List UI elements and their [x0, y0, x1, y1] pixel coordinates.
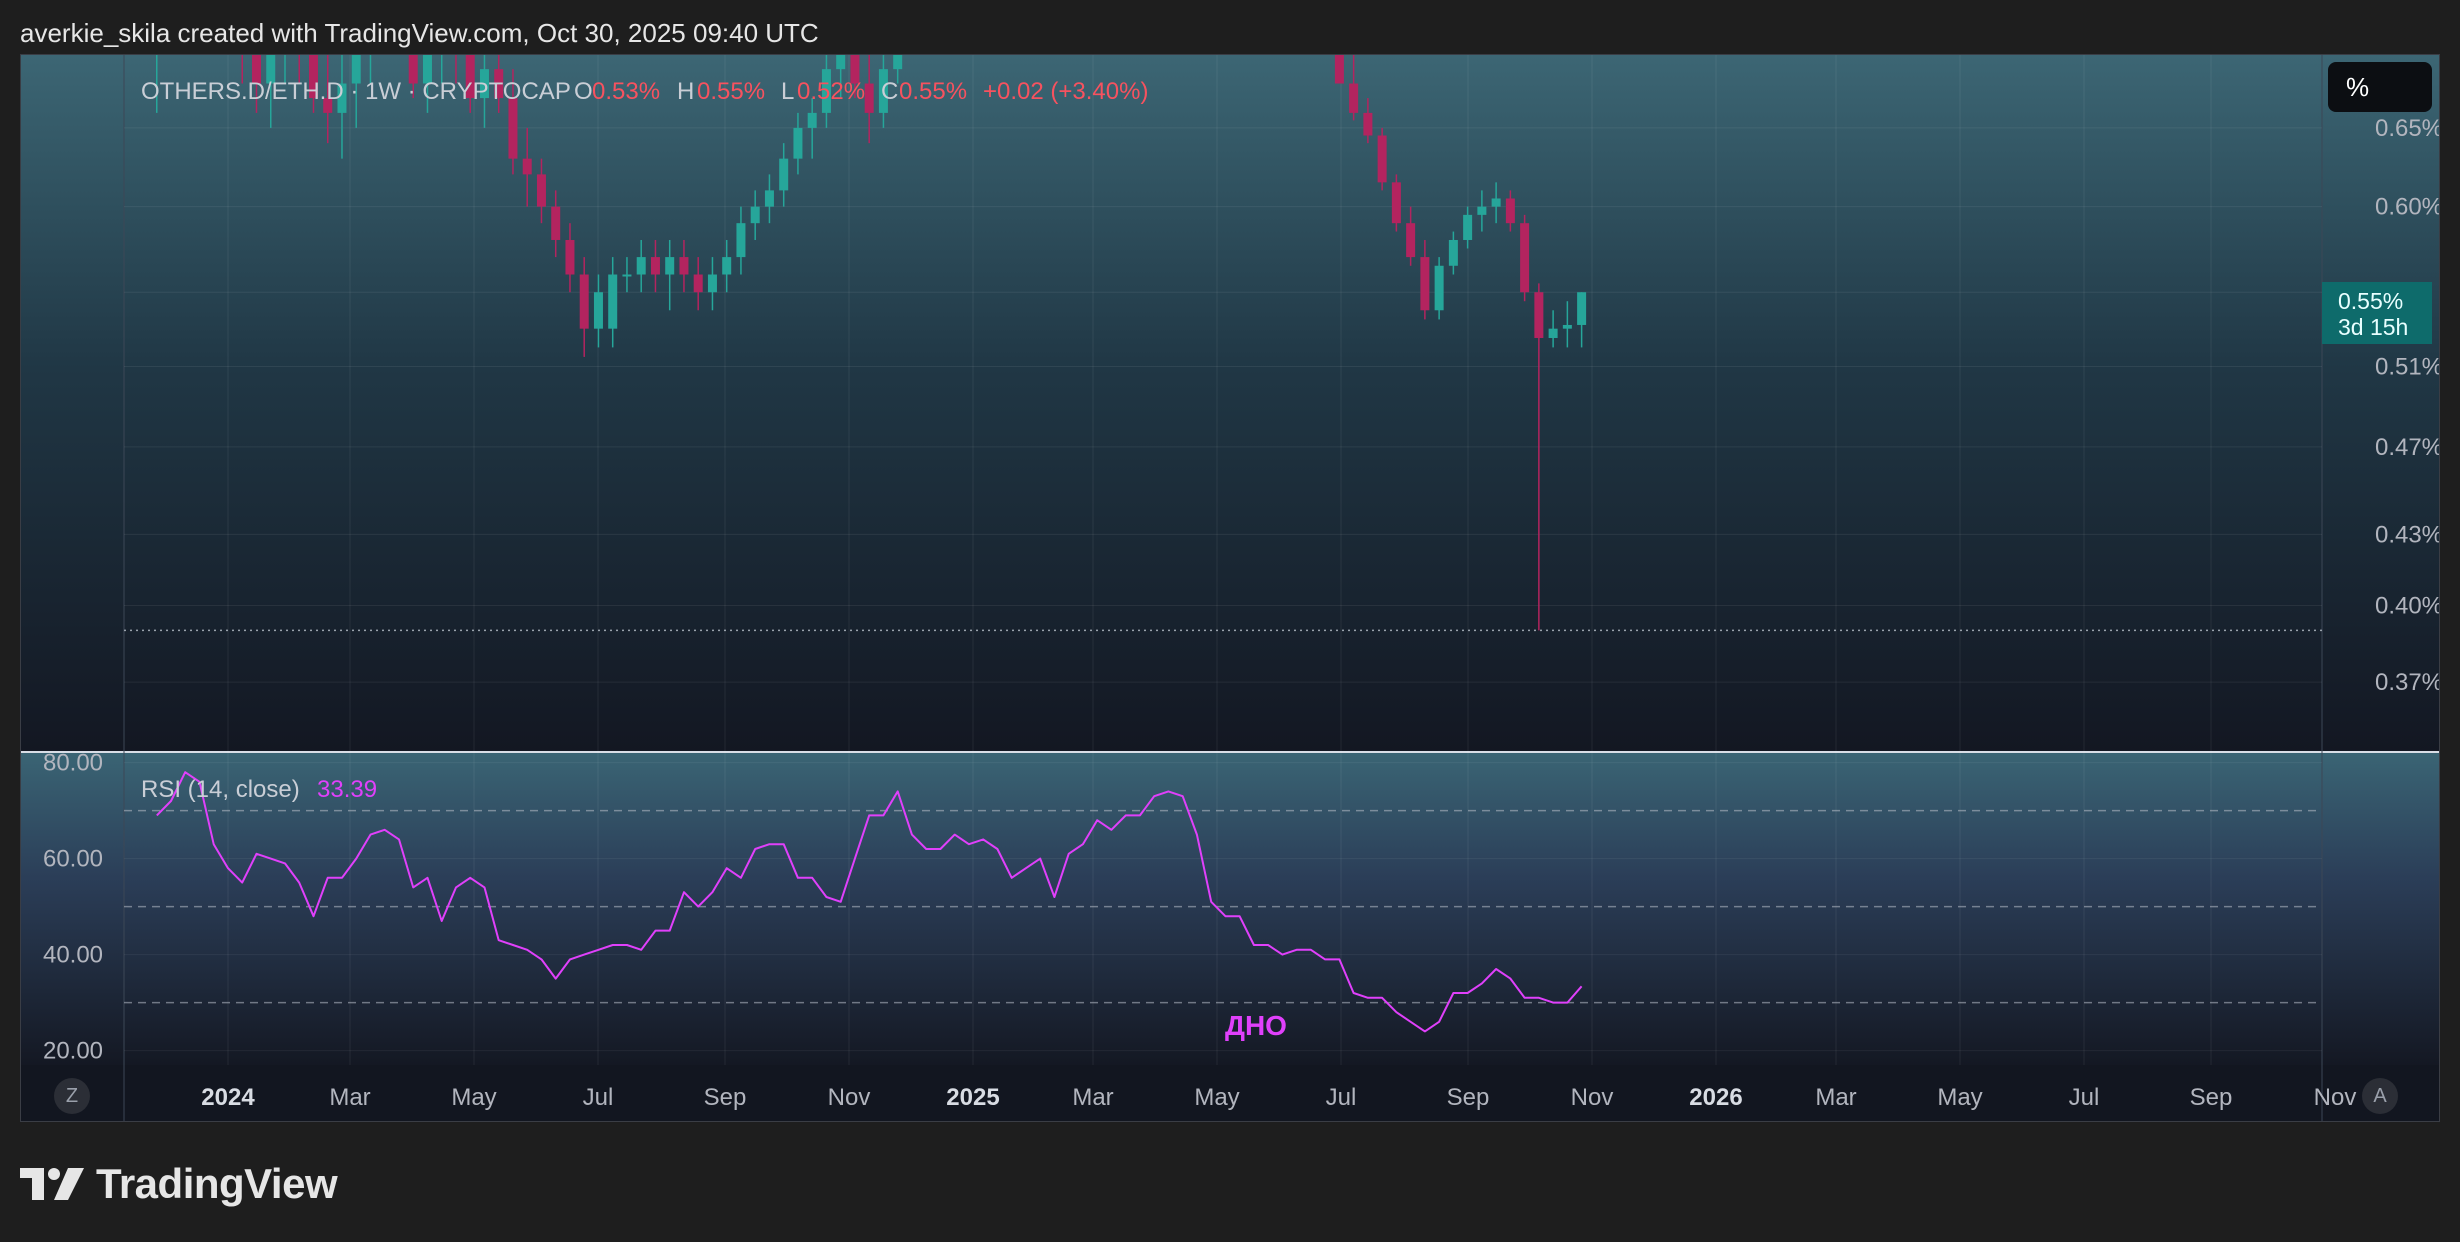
time-axis-label: Sep: [704, 1084, 747, 1111]
candle-body: [722, 257, 732, 275]
candle-body: [693, 274, 703, 293]
time-axis-label: May: [1194, 1084, 1239, 1111]
chart-frame[interactable]: 0.65% 0.60% 0.51% 0.47% 0.43% 0.40% 0.37% 80.0…: [20, 54, 2440, 1122]
candle-body: [1562, 324, 1572, 329]
time-axis-label: 2025: [946, 1084, 999, 1111]
candle-body: [1434, 265, 1444, 311]
price-axis-label: 0.40%: [2375, 592, 2440, 619]
candle-body: [750, 206, 760, 224]
current-price-tag: 0.55% 3d 15h: [2322, 282, 2432, 344]
time-axis-label: Nov: [2314, 1084, 2357, 1111]
price-axis-label: 0.51%: [2375, 354, 2440, 381]
candle-body: [508, 98, 518, 159]
candle-body: [1491, 198, 1501, 207]
svg-text:0.55%: 0.55%: [697, 78, 765, 105]
candle-body: [1420, 257, 1430, 311]
candle-body: [1505, 198, 1515, 224]
time-axis-label: Nov: [828, 1084, 871, 1111]
candle-body: [807, 112, 817, 128]
tradingview-logo[interactable]: TradingView: [20, 1160, 338, 1208]
rsi-value: 33.39: [317, 776, 377, 803]
time-axis-label: Jul: [583, 1084, 614, 1111]
rsi-axis-label: 60.00: [43, 846, 103, 873]
candle-body: [836, 55, 846, 70]
candle-body: [793, 127, 803, 159]
candle-body: [1349, 83, 1359, 113]
price-axis-label: 0.65%: [2375, 115, 2440, 142]
rsi-label[interactable]: RSI (14, close): [141, 776, 300, 803]
candle-body: [779, 158, 789, 191]
candle-body: [1477, 206, 1487, 215]
time-axis-label: 2026: [1689, 1084, 1742, 1111]
candle-body: [679, 257, 689, 275]
time-axis-label: Sep: [2190, 1084, 2233, 1111]
candle-body: [1377, 135, 1387, 183]
candle-body: [665, 257, 675, 275]
legend-symbol[interactable]: OTHERS.D/ETH.D · 1W · CRYPTOCAP: [141, 78, 571, 105]
chart-attribution: averkie_skila created with TradingView.c…: [20, 18, 819, 48]
candle-body: [579, 274, 589, 329]
candle-body: [565, 239, 575, 275]
candle-body: [1577, 292, 1587, 325]
time-axis-label: Mar: [1072, 1084, 1113, 1111]
chart-canvas[interactable]: 0.65% 0.60% 0.51% 0.47% 0.43% 0.40% 0.37% 80.0…: [21, 55, 2440, 1122]
time-axis-label: May: [451, 1084, 496, 1111]
candle-body: [593, 292, 603, 329]
svg-text:O: O: [574, 78, 593, 105]
svg-text:L: L: [781, 78, 794, 105]
svg-text:H: H: [677, 78, 694, 105]
time-axis-label: Mar: [1815, 1084, 1856, 1111]
tradingview-logo-text: TradingView: [96, 1160, 338, 1207]
candle-body: [893, 55, 903, 70]
candle-body: [764, 190, 774, 207]
rsi-annotation[interactable]: ДНО: [1225, 1010, 1287, 1041]
percent-scale-button[interactable]: %: [2328, 62, 2432, 112]
price-axis-label: 0.37%: [2375, 669, 2440, 696]
price-axis-label: 0.60%: [2375, 194, 2440, 221]
svg-text:0.55%: 0.55%: [899, 78, 967, 105]
svg-text:C: C: [881, 78, 898, 105]
time-axis-label: 2024: [201, 1084, 255, 1111]
candle-body: [608, 274, 618, 329]
time-axis-label: 202: [2439, 1084, 2440, 1111]
rsi-axis-label: 80.00: [43, 750, 103, 777]
candle-body: [1363, 112, 1373, 136]
candle-body: [1534, 292, 1544, 338]
time-axis-label: Jul: [1326, 1084, 1357, 1111]
candle-body: [1448, 239, 1458, 266]
time-axis-label: Jul: [2069, 1084, 2100, 1111]
time-axis-label: May: [1937, 1084, 1982, 1111]
candle-body: [707, 274, 717, 293]
zoom-reset-button[interactable]: Z: [54, 1078, 90, 1114]
candle-body: [1334, 55, 1344, 84]
candle-body: [736, 223, 746, 258]
candle-body: [536, 174, 546, 207]
price-axis-label: 0.47%: [2375, 434, 2440, 461]
price-axis-label: 0.43%: [2375, 521, 2440, 548]
main-pane-bg: [21, 55, 2439, 751]
time-axis-label: Mar: [329, 1084, 370, 1111]
rsi-axis-label: 20.00: [43, 1038, 103, 1065]
candle-body: [1391, 182, 1401, 224]
tradingview-logo-icon: [20, 1168, 84, 1200]
candle-body: [1520, 223, 1530, 293]
time-axis-label: Nov: [1571, 1084, 1614, 1111]
candle-body: [864, 83, 874, 113]
candle-body: [551, 206, 561, 240]
svg-text:0.52%: 0.52%: [797, 78, 865, 105]
candle-body: [1463, 214, 1473, 240]
rsi-axis-label: 40.00: [43, 942, 103, 969]
bar-countdown-label: 3d 15h: [2338, 314, 2409, 340]
candle-body: [636, 257, 646, 275]
svg-text:0.53%: 0.53%: [592, 78, 660, 105]
candle-body: [522, 158, 532, 175]
current-price-label: 0.55%: [2338, 288, 2404, 314]
auto-scale-button[interactable]: A: [2362, 1078, 2398, 1114]
candle-body: [650, 257, 660, 275]
candle-body: [622, 274, 632, 277]
svg-text:+0.02 (+3.40%): +0.02 (+3.40%): [983, 78, 1148, 105]
candle-body: [1548, 328, 1558, 338]
candle-body: [1406, 223, 1416, 258]
time-axis-label: Sep: [1447, 1084, 1490, 1111]
